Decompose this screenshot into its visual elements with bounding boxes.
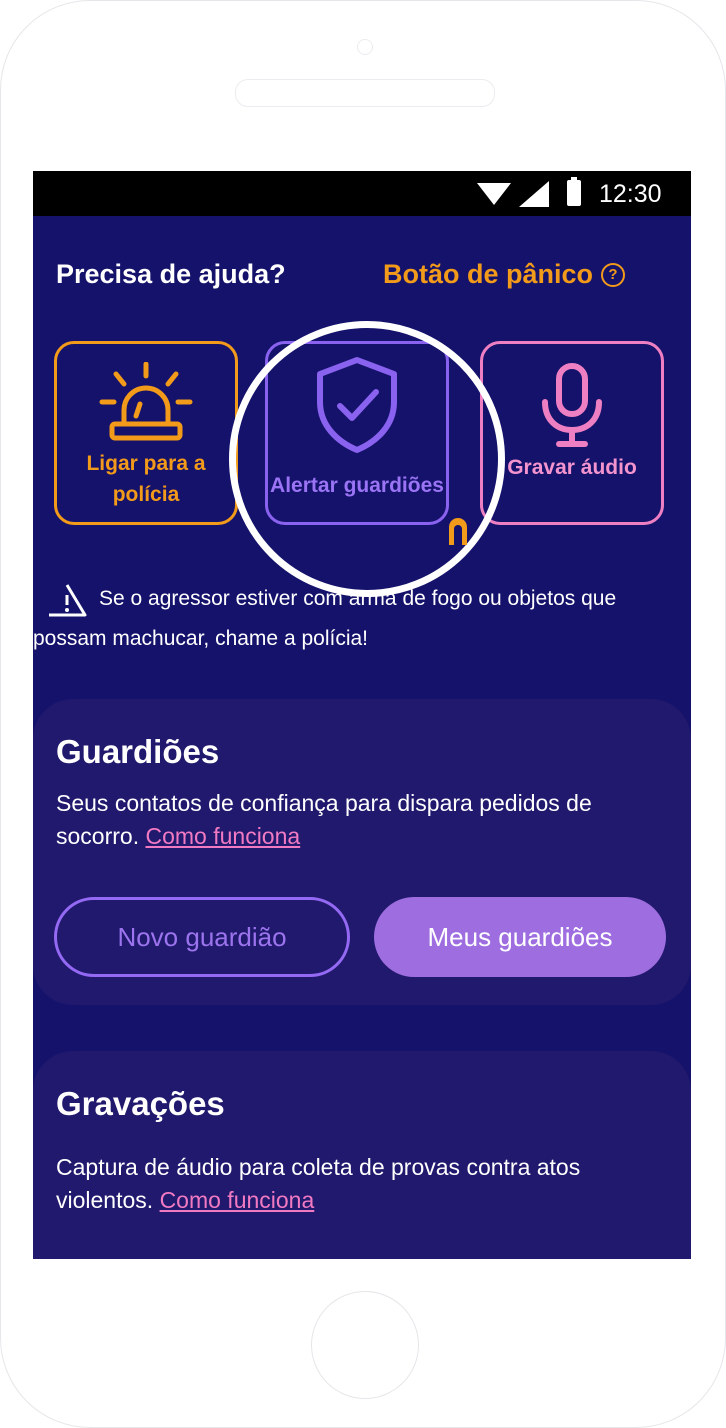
- my-guardians-button[interactable]: Meus guardiões: [374, 897, 666, 977]
- recordings-description-text: Captura de áudio para coleta de provas c…: [56, 1154, 581, 1213]
- app-screen: 12:30 Precisa de ajuda? Botão de pânico …: [33, 171, 691, 1259]
- signal-icon: [519, 181, 549, 207]
- help-circle-icon[interactable]: ?: [601, 262, 626, 287]
- warning-triangle-icon: [49, 584, 87, 617]
- guardians-description: Seus contatos de confiança para dispara …: [56, 787, 666, 853]
- record-audio-label: Gravar áudio: [507, 456, 637, 479]
- shield-check-icon: [317, 357, 397, 453]
- recordings-title: Gravações: [56, 1085, 225, 1122]
- recordings-how-it-works-link[interactable]: Como funciona: [160, 1187, 315, 1213]
- panic-button-label: Botão de pânico: [383, 259, 594, 289]
- recordings-description: Captura de áudio para coleta de provas c…: [56, 1151, 666, 1217]
- record-audio-card[interactable]: Gravar áudio: [480, 341, 664, 525]
- police-warning: Se o agressor estiver com arma de fogo o…: [33, 579, 691, 659]
- call-police-card[interactable]: Ligar para a polícia: [54, 341, 238, 525]
- home-button[interactable]: [311, 1291, 419, 1399]
- phone-frame: 12:30 Precisa de ajuda? Botão de pânico …: [0, 0, 726, 1428]
- guardians-title: Guardiões: [56, 733, 220, 770]
- tap-hand-icon: [449, 518, 467, 545]
- microphone-icon: [542, 363, 602, 447]
- call-police-label: Ligar para a polícia: [86, 452, 206, 506]
- front-camera: [357, 39, 373, 55]
- status-time: 12:30: [599, 180, 662, 208]
- recordings-section: Gravações Captura de áudio para coleta d…: [33, 1051, 691, 1259]
- guardians-section: Guardiões Seus contatos de confiança par…: [33, 699, 691, 1005]
- status-bar: 12:30: [33, 171, 691, 216]
- guardians-how-it-works-link[interactable]: Como funciona: [145, 823, 300, 849]
- alert-guardians-card[interactable]: Alertar guardiões: [265, 341, 449, 525]
- alert-guardians-label: Alertar guardiões: [270, 474, 444, 497]
- warning-text: Se o agressor estiver com arma de fogo o…: [33, 587, 617, 650]
- wifi-icon: [477, 183, 511, 205]
- help-title: Precisa de ajuda?: [56, 259, 286, 289]
- battery-icon: [567, 177, 581, 206]
- earpiece-speaker: [235, 79, 495, 107]
- new-guardian-button[interactable]: Novo guardião: [54, 897, 350, 977]
- panic-button-link[interactable]: Botão de pânico ?: [383, 259, 626, 290]
- guardians-description-text: Seus contatos de confiança para dispara …: [56, 790, 592, 849]
- siren-icon: [99, 362, 193, 441]
